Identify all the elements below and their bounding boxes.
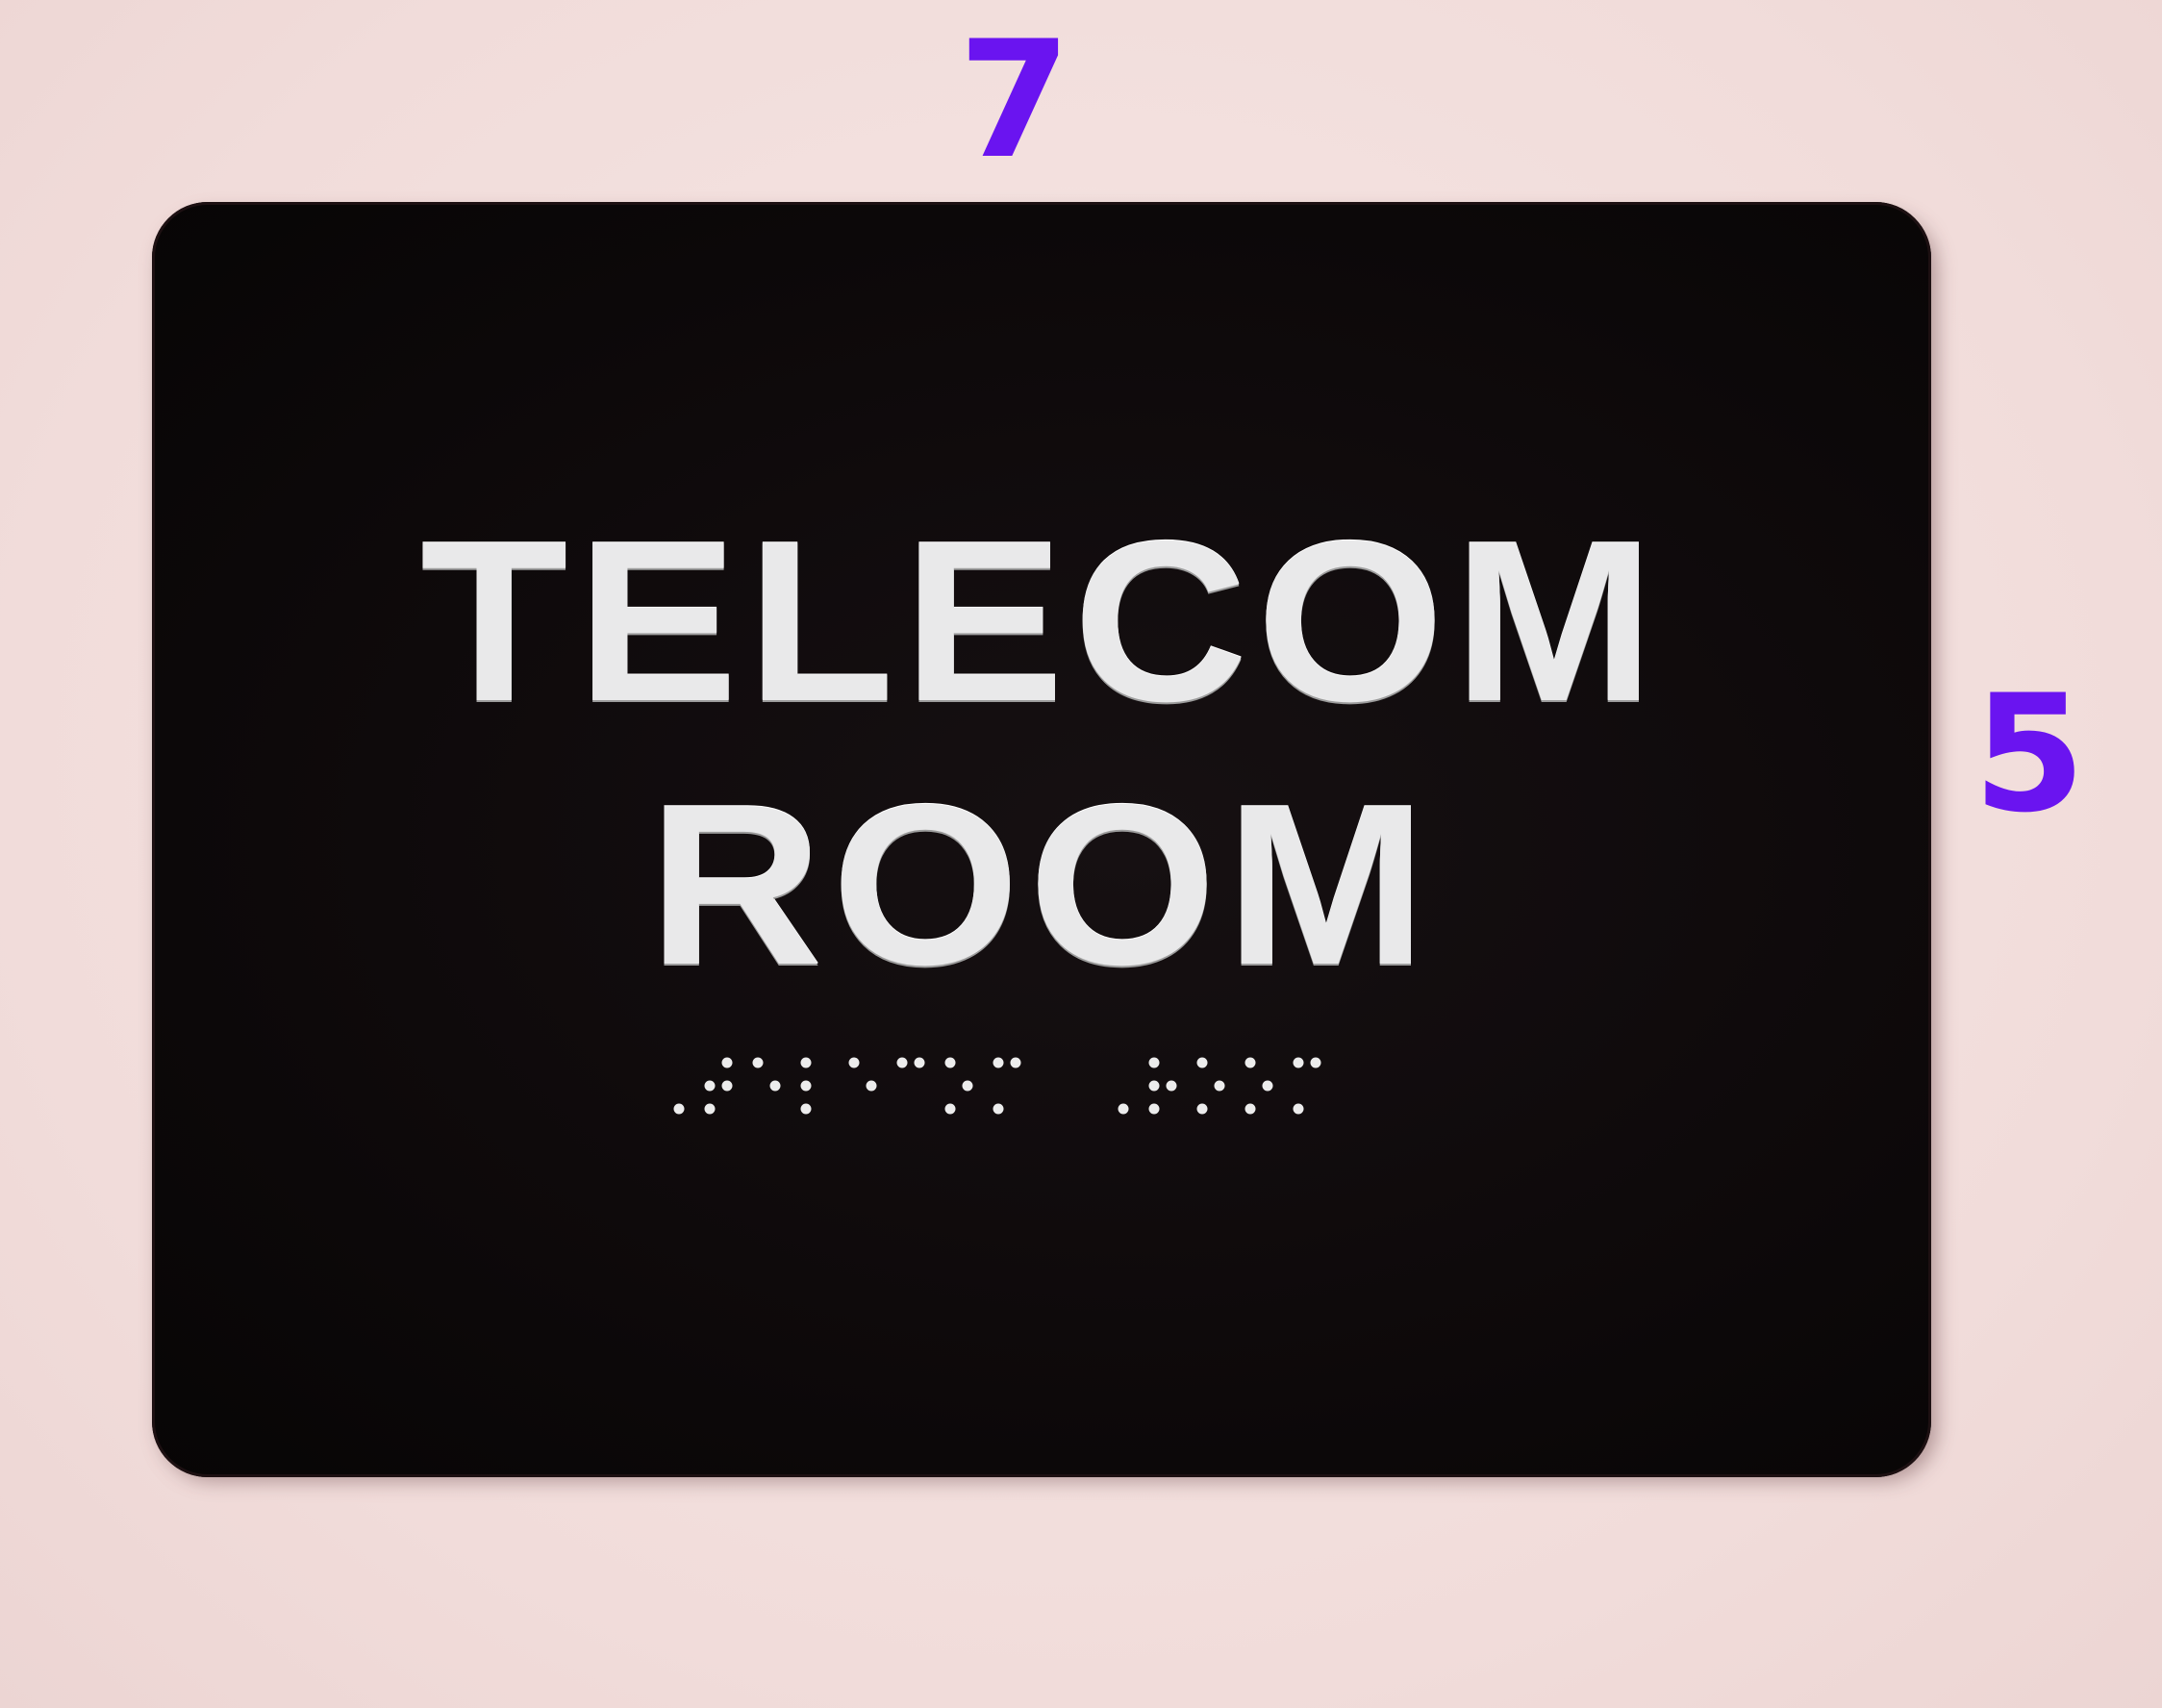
braille-dot	[1196, 1057, 1208, 1068]
braille-dot	[704, 1080, 716, 1092]
braille-dot	[1148, 1080, 1160, 1092]
braille-dot	[704, 1103, 716, 1115]
braille-dot	[866, 1080, 877, 1092]
braille-dot	[800, 1103, 812, 1115]
braille-dot	[993, 1057, 1004, 1068]
braille-dot	[800, 1080, 812, 1092]
braille-dot	[1148, 1103, 1160, 1115]
braille-dot	[800, 1057, 812, 1068]
width-dimension-label: 7	[958, 6, 1071, 194]
braille-dot	[721, 1057, 733, 1068]
braille-text	[652, 1053, 1479, 1130]
braille-dot	[944, 1103, 956, 1115]
braille-dot	[1262, 1080, 1273, 1092]
sign-text-line-1: TELECOM	[419, 494, 1664, 749]
braille-dot	[1166, 1080, 1177, 1092]
braille-dot	[1244, 1057, 1256, 1068]
braille-dot	[944, 1057, 956, 1068]
braille-dot	[752, 1057, 764, 1068]
braille-dot	[721, 1080, 733, 1092]
braille-dot	[896, 1057, 908, 1068]
braille-dot	[962, 1080, 973, 1092]
braille-dot	[1148, 1057, 1160, 1068]
braille-dot	[1214, 1080, 1225, 1092]
braille-dots-graphic	[673, 1057, 1321, 1115]
braille-dot	[1010, 1057, 1021, 1068]
braille-dot	[993, 1103, 1004, 1115]
braille-dot	[769, 1080, 781, 1092]
braille-dot	[1244, 1103, 1256, 1115]
braille-dot	[1293, 1103, 1304, 1115]
telecom-room-sign: TELECOM ROOM	[152, 202, 1931, 1477]
braille-dot	[1293, 1057, 1304, 1068]
sign-text-line-2: ROOM	[647, 758, 1436, 1013]
braille-dot	[914, 1057, 925, 1068]
braille-dot	[1310, 1057, 1321, 1068]
braille-dot	[1196, 1103, 1208, 1115]
braille-dot	[848, 1057, 860, 1068]
braille-dot	[1118, 1103, 1129, 1115]
braille-dot	[673, 1103, 685, 1115]
